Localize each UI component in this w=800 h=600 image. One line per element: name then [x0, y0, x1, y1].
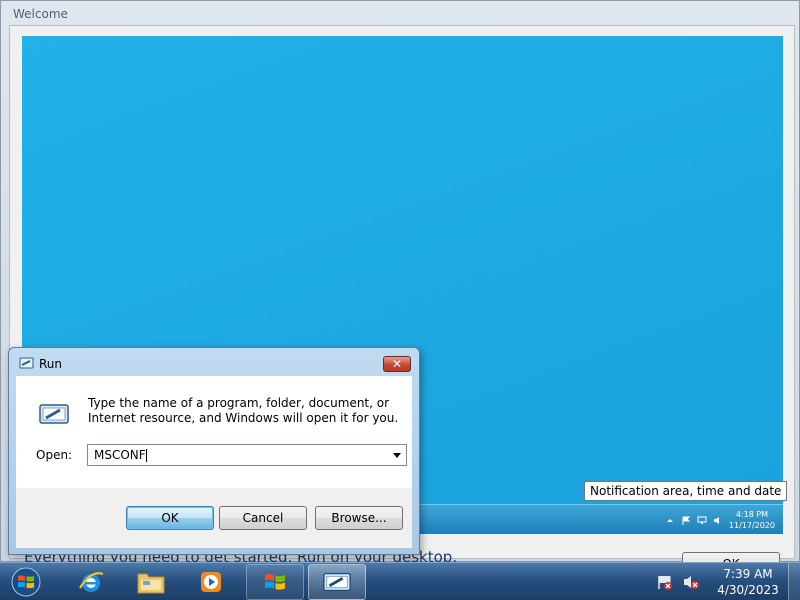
close-button[interactable]: ✕	[383, 356, 411, 372]
preview-clock-time: 4:18 PM	[735, 510, 769, 519]
network-icon	[697, 516, 707, 524]
windows-logo-icon	[11, 567, 41, 597]
clock-date: 4/30/2023	[717, 583, 779, 597]
open-combobox[interactable]: MSCONF	[87, 444, 407, 466]
dropdown-button[interactable]	[388, 445, 406, 465]
run-program-icon	[39, 404, 69, 424]
internet-explorer-icon	[79, 572, 104, 592]
taskbar-media-player[interactable]	[182, 564, 240, 600]
notification-area-tooltip: Notification area, time and date	[584, 481, 788, 501]
taskbar-internet-explorer[interactable]	[62, 564, 120, 600]
open-input-text: MSCONF	[94, 448, 146, 462]
welcome-window-title: Welcome	[13, 7, 68, 21]
run-description: Type the name of a program, folder, docu…	[88, 396, 399, 425]
run-dialog-body: Type the name of a program, folder, docu…	[16, 376, 412, 488]
speaker-icon	[713, 516, 719, 524]
windows-flag-icon	[265, 574, 285, 590]
open-label: Open:	[36, 448, 73, 462]
taskbar: 7:39 AM 4/30/2023	[0, 562, 800, 600]
folder-icon	[137, 573, 165, 594]
preview-tray: 4:18 PM 11/17/2020	[665, 509, 775, 531]
show-desktop-button[interactable]	[788, 563, 800, 600]
chevron-down-icon	[393, 452, 401, 458]
run-program-icon	[323, 572, 351, 592]
browse-button[interactable]: Browse...	[315, 506, 403, 530]
run-dialog: Run ✕ Type the name of a program, folder…	[8, 347, 420, 555]
action-center-icon[interactable]	[656, 574, 674, 590]
ok-button[interactable]: OK	[126, 506, 214, 530]
chevron-up-icon	[666, 518, 673, 522]
speaker-muted-icon[interactable]	[682, 574, 700, 590]
cancel-button[interactable]: Cancel	[219, 506, 307, 530]
media-player-icon	[201, 572, 221, 592]
run-dialog-footer: OK Cancel Browse...	[16, 488, 412, 548]
preview-clock: 4:18 PM 11/17/2020	[729, 509, 775, 531]
run-dialog-title: Run	[39, 357, 63, 371]
preview-clock-date: 11/17/2020	[728, 521, 775, 530]
flag-icon	[682, 516, 691, 525]
taskbar-run[interactable]	[308, 564, 366, 600]
run-icon	[19, 357, 34, 369]
start-button[interactable]	[6, 565, 46, 599]
text-caret	[145, 449, 147, 462]
clock-time: 7:39 AM	[723, 567, 773, 581]
taskbar-welcome-center[interactable]	[246, 564, 304, 600]
taskbar-windows-explorer[interactable]	[122, 564, 180, 600]
notification-area: 7:39 AM 4/30/2023	[656, 563, 800, 600]
open-input[interactable]: MSCONF	[88, 448, 388, 462]
taskbar-clock[interactable]: 7:39 AM 4/30/2023	[708, 566, 788, 598]
